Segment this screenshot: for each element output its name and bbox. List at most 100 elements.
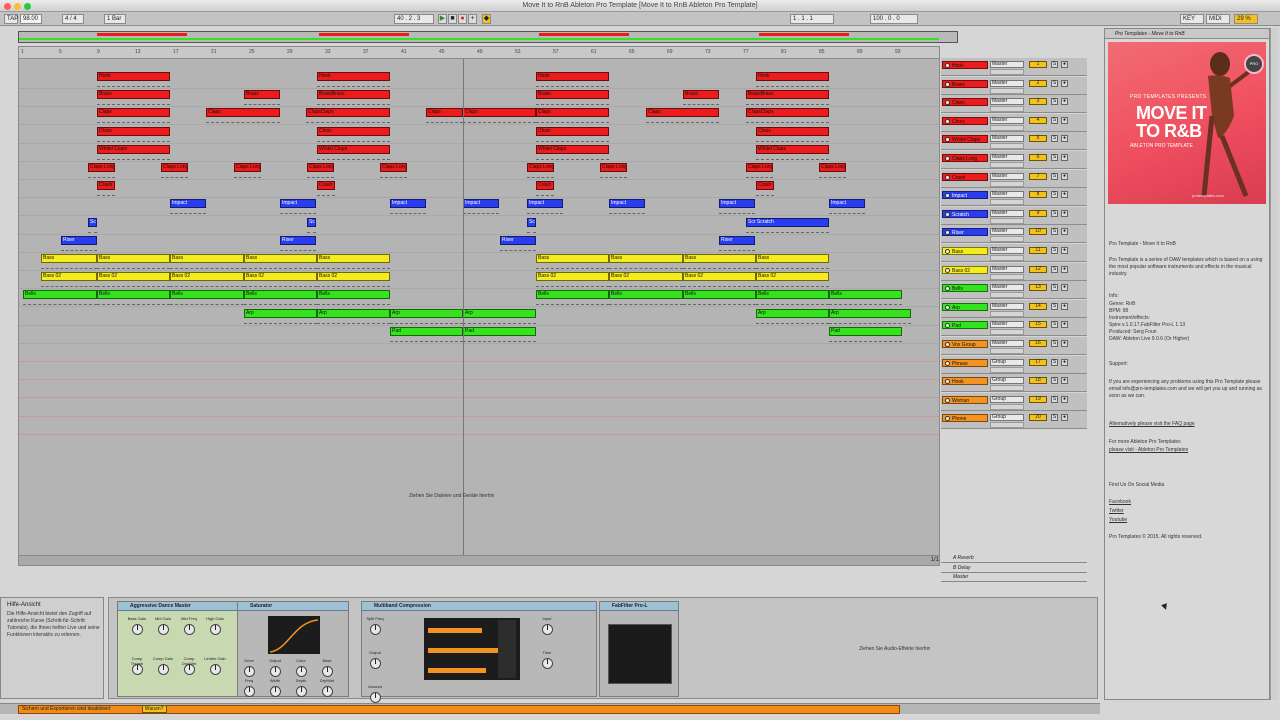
track-header[interactable]: Phrase Group 17 S ● [941,355,1087,374]
input-routing-menu[interactable] [990,180,1024,187]
clip[interactable]: Riser [61,235,97,245]
twitter-link[interactable]: Twitter [1109,508,1265,515]
clip[interactable]: BrassBrass [317,90,390,100]
track-activator-icon[interactable] [945,397,950,403]
arrangement-lane[interactable]: Claps Long Claps Long Claps Long Claps Long… [19,162,939,180]
track-name[interactable]: Impact [942,191,988,200]
track-header[interactable]: Claps Master 3 S ● [941,95,1087,114]
track-number-button[interactable]: 8 [1029,191,1047,199]
track-name[interactable]: Claps Long [942,154,988,162]
clip[interactable]: Bells [23,290,97,300]
clip[interactable]: Bells [829,290,902,300]
track-header[interactable]: Hook Group 18 S ● [941,374,1087,393]
track-header[interactable]: Woman Group 19 S ● [941,392,1087,411]
clip[interactable]: Claps [206,108,280,118]
tap-tempo-button[interactable]: TAP [4,14,18,24]
clip[interactable]: Bass [97,254,170,263]
clip[interactable]: ClapsClaps [306,108,390,118]
track-name[interactable]: Arp [942,302,988,311]
track-header[interactable]: Brass Master 2 S ● [941,76,1087,95]
track-activator-icon[interactable] [945,174,950,180]
clip[interactable]: Pad [829,326,902,336]
clip[interactable]: Bells [609,290,683,300]
track-number-button[interactable]: 19 [1029,395,1047,403]
solo-button[interactable]: S [1051,358,1058,366]
arm-button[interactable]: ● [1061,154,1068,161]
clip[interactable]: Riser [500,235,536,245]
solo-button[interactable]: S [1051,98,1058,106]
track-number-button[interactable]: 20 [1029,414,1047,422]
clip[interactable]: Bass [170,254,244,263]
clip[interactable]: Arp [317,308,390,318]
track-name[interactable]: Claps [942,98,988,107]
clip[interactable]: Impact [609,199,645,209]
solo-button[interactable]: S [1051,116,1058,124]
parameter-knob[interactable] [542,624,553,635]
input-routing-menu[interactable] [990,199,1024,206]
clip[interactable]: Chois [317,126,390,136]
arrangement-lane[interactable]: Hook Hook Hook Hook [19,71,939,89]
output-routing-menu[interactable]: Master [990,61,1024,68]
arrangement-lane[interactable]: Pad Pad Pad [19,326,939,344]
track-activator-icon[interactable] [945,379,950,385]
arrangement-lane[interactable]: Riser Riser Riser Riser [19,235,939,253]
input-routing-menu[interactable] [990,236,1024,243]
track-header[interactable]: Hook Master 1 S ● [941,58,1087,76]
solo-button[interactable]: S [1051,209,1058,217]
midi-map-button[interactable]: MIDI [1206,14,1230,24]
clip[interactable]: Brass [97,90,170,100]
clip[interactable]: Bells [536,290,609,300]
arm-button[interactable]: ● [1061,61,1068,68]
track-activator-icon[interactable] [945,137,950,143]
input-routing-menu[interactable] [990,162,1024,168]
input-routing-menu[interactable] [990,422,1024,429]
arrangement-view[interactable]: 1 5 9 13 17 21 25 29 33 37 41 45 49 53 57 61 65 69 73 77 81 8… [18,46,940,566]
solo-button[interactable]: S [1051,172,1058,180]
track-activator-icon[interactable] [945,342,950,347]
output-routing-menu[interactable]: Master [990,321,1024,329]
arm-button[interactable]: ● [1061,79,1068,87]
track-number-button[interactable]: 7 [1029,172,1047,180]
clip[interactable]: Riser [719,235,755,245]
clip[interactable]: Crash [97,181,115,191]
clip[interactable]: Arp [463,308,536,318]
overdub-button[interactable]: + [468,14,477,24]
input-routing-menu[interactable] [990,106,1024,113]
track-header[interactable]: Whitel Claps Master 5 S ● [941,132,1087,151]
output-routing-menu[interactable]: Master [990,340,1024,347]
solo-button[interactable]: S [1051,247,1058,254]
clip[interactable]: Bells [683,290,756,300]
arm-button[interactable]: ● [1061,284,1068,292]
output-routing-menu[interactable]: Master [990,228,1024,236]
solo-button[interactable]: S [1051,414,1058,422]
solo-button[interactable]: S [1051,302,1058,310]
arm-button[interactable]: ● [1061,358,1068,366]
input-routing-menu[interactable] [990,348,1024,354]
arrangement-lane[interactable] [19,399,939,417]
clip[interactable]: Claps [646,108,719,118]
arrangement-lane[interactable]: Bells Bells Bells Bells Bells Bells Bells Bells… [19,289,939,308]
parameter-knob[interactable] [542,658,553,669]
arm-button[interactable]: ● [1061,98,1068,106]
clip[interactable]: Bass 02 [317,272,390,282]
clip[interactable]: Bass 02 [170,272,244,282]
youtube-link[interactable]: Youtube [1109,517,1265,524]
clip[interactable]: Claps Long [88,163,115,172]
clip[interactable]: Arp [390,308,463,318]
output-routing-menu[interactable]: Master [990,172,1024,180]
input-routing-menu[interactable] [990,385,1024,392]
clip[interactable]: Bass [317,254,390,263]
track-activator-icon[interactable] [945,416,950,422]
input-routing-menu[interactable] [990,217,1024,224]
track-header[interactable]: Vox Group Master 16 S ● [941,337,1087,355]
track-name[interactable]: Crash [942,172,988,181]
arm-button[interactable]: ● [1061,395,1068,403]
track-name[interactable]: Vox Group [942,340,988,348]
track-header[interactable]: Impact Master 8 S ● [941,188,1087,207]
output-routing-menu[interactable]: Group [990,395,1024,403]
track-name[interactable]: Bass [942,247,988,255]
track-number-button[interactable]: 6 [1029,154,1047,161]
track-activator-icon[interactable] [945,100,950,106]
track-activator-icon[interactable] [945,193,950,199]
track-number-button[interactable]: 4 [1029,116,1047,124]
